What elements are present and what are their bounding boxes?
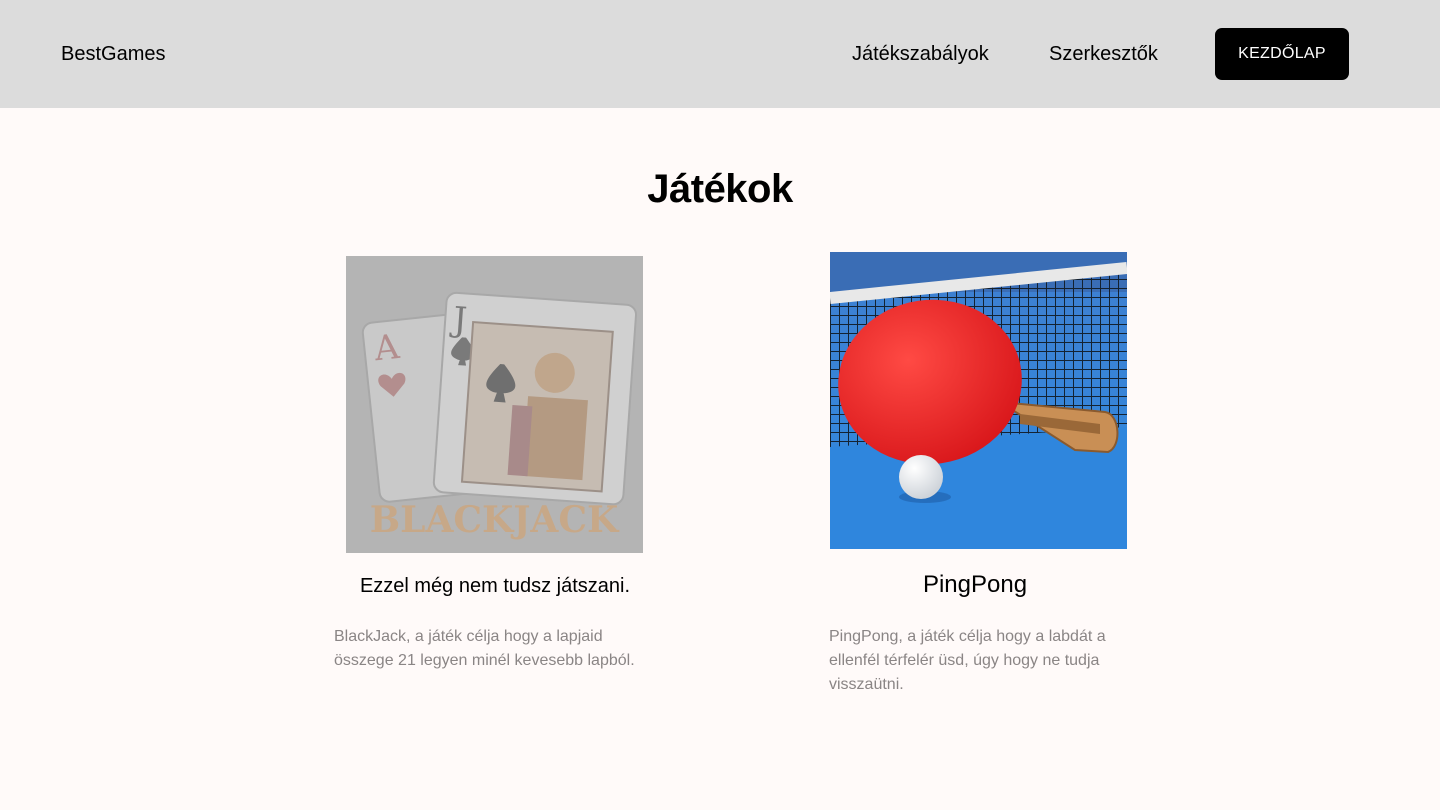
home-button[interactable]: KEZDŐLAP — [1215, 28, 1349, 80]
blackjack-description: BlackJack, a játék célja hogy a lapjaid … — [334, 628, 635, 669]
site-header: BestGames Játékszabályok Szerkesztők KEZ… — [0, 0, 1440, 108]
svg-text:A: A — [372, 327, 402, 369]
pingpong-title[interactable]: PingPong — [830, 570, 1120, 600]
blackjack-title: Ezzel még nem tudsz játszani. — [359, 575, 631, 597]
page-title: Játékok — [647, 167, 793, 211]
blackjack-image-logo: BLACKJACK — [370, 499, 620, 541]
nav-link-rules[interactable]: Játékszabályok — [852, 41, 989, 67]
pingpong-image[interactable] — [830, 252, 1127, 549]
blackjack-image: A J BLACKJACK — [346, 256, 643, 553]
nav-link-editors[interactable]: Szerkesztők — [1049, 41, 1158, 67]
brand-logo[interactable]: BestGames — [61, 41, 165, 67]
pingpong-description: PingPong, a játék célja hogy a labdát a … — [829, 628, 1106, 693]
